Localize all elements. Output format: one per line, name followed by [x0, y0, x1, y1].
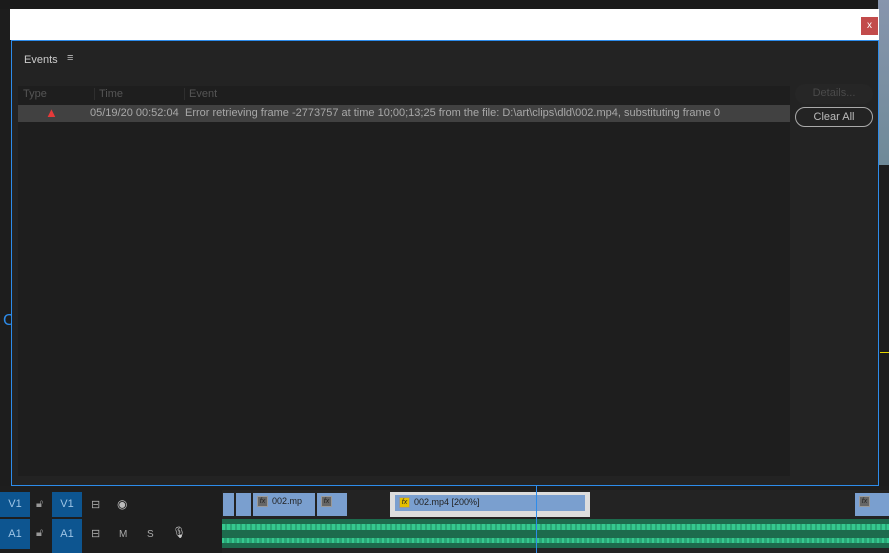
video-clip[interactable]	[236, 493, 251, 516]
event-message: Error retrieving frame -2773757 at time …	[185, 107, 720, 119]
background-panel	[0, 0, 889, 9]
audio-clip[interactable]	[222, 519, 889, 548]
column-header-type[interactable]: Type	[23, 88, 47, 100]
v1-target-toggle[interactable]: V1	[52, 492, 82, 517]
video-clip[interactable]: fx 002.mp	[253, 493, 315, 516]
selected-video-clip[interactable]: fx 002.mp4 [200%]	[390, 492, 590, 517]
hamburger-icon[interactable]: ≡	[67, 52, 73, 64]
details-button[interactable]: Details...	[795, 84, 873, 104]
table-row[interactable]: ▲ 05/19/20 00:52:04 Error retrieving fra…	[18, 105, 790, 122]
fx-icon: fx	[321, 496, 332, 507]
clip-name: 002.mp	[272, 496, 303, 506]
dialog-titlebar	[10, 9, 879, 40]
microphone-icon[interactable]: 🎙︎	[172, 526, 186, 539]
column-header-event[interactable]: Event	[184, 88, 217, 100]
v1-source-toggle[interactable]: V1	[0, 492, 30, 517]
solo-button[interactable]: S	[147, 529, 154, 540]
a1-target-toggle[interactable]: A1	[52, 519, 82, 553]
event-time: 05/19/20 00:52:04	[90, 107, 179, 119]
fx-icon: fx	[859, 496, 870, 507]
sync-lock-icon[interactable]: ⊟	[91, 527, 100, 540]
clear-all-button[interactable]: Clear All	[795, 107, 873, 127]
panel-title: Events	[24, 54, 58, 66]
a1-source-toggle[interactable]: A1	[0, 519, 30, 549]
sync-lock-icon[interactable]: ⊟	[91, 498, 100, 511]
eye-icon[interactable]: ◉	[117, 497, 127, 511]
close-button[interactable]: x	[861, 17, 878, 35]
playhead[interactable]	[536, 486, 537, 553]
mute-button[interactable]: M	[119, 529, 127, 540]
events-table: Type Time Event ▲ 05/19/20 00:52:04 Erro…	[18, 86, 790, 476]
video-clip[interactable]: fx	[317, 493, 347, 516]
video-clip[interactable]: fx	[855, 493, 889, 516]
playhead-marker	[880, 352, 889, 353]
warning-icon: ▲	[45, 105, 58, 120]
fx-icon: fx	[257, 496, 268, 507]
column-header-time[interactable]: Time	[94, 88, 123, 100]
video-clip[interactable]	[223, 493, 234, 516]
fx-icon: fx	[399, 497, 410, 508]
lock-icon[interactable]: 🔓︎	[36, 527, 43, 540]
program-monitor-image	[878, 0, 889, 165]
events-panel: Events ≡ Type Time Event ▲ 05/19/20 00:5…	[11, 40, 879, 486]
lock-icon[interactable]: 🔓︎	[36, 498, 43, 511]
clip-name: 002.mp4 [200%]	[414, 497, 480, 507]
